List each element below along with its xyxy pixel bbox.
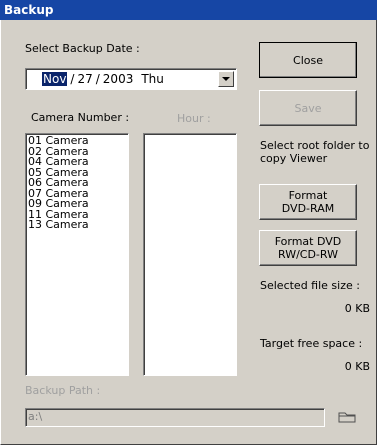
close-button[interactable]: Close [259, 42, 357, 78]
format-dvd-ram-label-line1: Format [288, 189, 328, 202]
camera-number-label: Camera Number : [31, 111, 130, 124]
save-button-label: Save [294, 101, 322, 115]
list-item[interactable]: 13 Camera [26, 219, 128, 231]
root-folder-hint-line: Select root folder to [260, 139, 370, 152]
root-folder-hint: Select root folder to copy Viewer [260, 139, 369, 165]
date-separator: / [95, 72, 100, 86]
date-day[interactable]: 27 [77, 72, 92, 86]
selected-file-size-label: Selected file size : [260, 279, 360, 292]
date-separator: / [70, 72, 75, 86]
backup-date-picker[interactable]: Nov / 27 / 2003 Thu [25, 68, 237, 90]
backup-dialog: Select Backup Date : Nov / 27 / 2003 Thu… [0, 20, 377, 445]
format-dvd-rw-label-line2: RW/CD-RW [278, 248, 338, 261]
folder-icon[interactable] [336, 409, 358, 425]
format-dvd-ram-button[interactable]: Format DVD-RAM [259, 184, 357, 220]
date-month[interactable]: Nov [42, 72, 68, 86]
backup-path-field[interactable]: a:\ [25, 408, 325, 427]
hour-list[interactable] [143, 133, 237, 376]
format-dvd-ram-label-line2: DVD-RAM [281, 202, 335, 215]
chevron-down-icon [222, 77, 230, 81]
selected-file-size-value: 0 KB [344, 302, 370, 315]
backup-date-label: Select Backup Date : [25, 42, 140, 55]
window-title: Backup [4, 3, 54, 17]
backup-path-label: Backup Path : [25, 384, 101, 397]
date-weekday: Thu [141, 72, 164, 86]
hour-label: Hour : [177, 112, 211, 125]
save-button[interactable]: Save [259, 90, 357, 126]
close-button-label: Close [293, 53, 323, 67]
format-dvd-rw-button[interactable]: Format DVD RW/CD-RW [259, 230, 357, 266]
root-folder-hint-line: copy Viewer [260, 152, 328, 165]
target-free-space-label: Target free space : [260, 337, 363, 350]
camera-list[interactable]: 01 Camera 02 Camera 04 Camera 05 Camera … [25, 133, 129, 376]
target-free-space-value: 0 KB [344, 360, 370, 373]
title-bar: Backup [0, 0, 377, 20]
date-dropdown-button[interactable] [218, 71, 234, 87]
date-year[interactable]: 2003 [103, 72, 134, 86]
format-dvd-rw-label-line1: Format DVD [274, 235, 342, 248]
